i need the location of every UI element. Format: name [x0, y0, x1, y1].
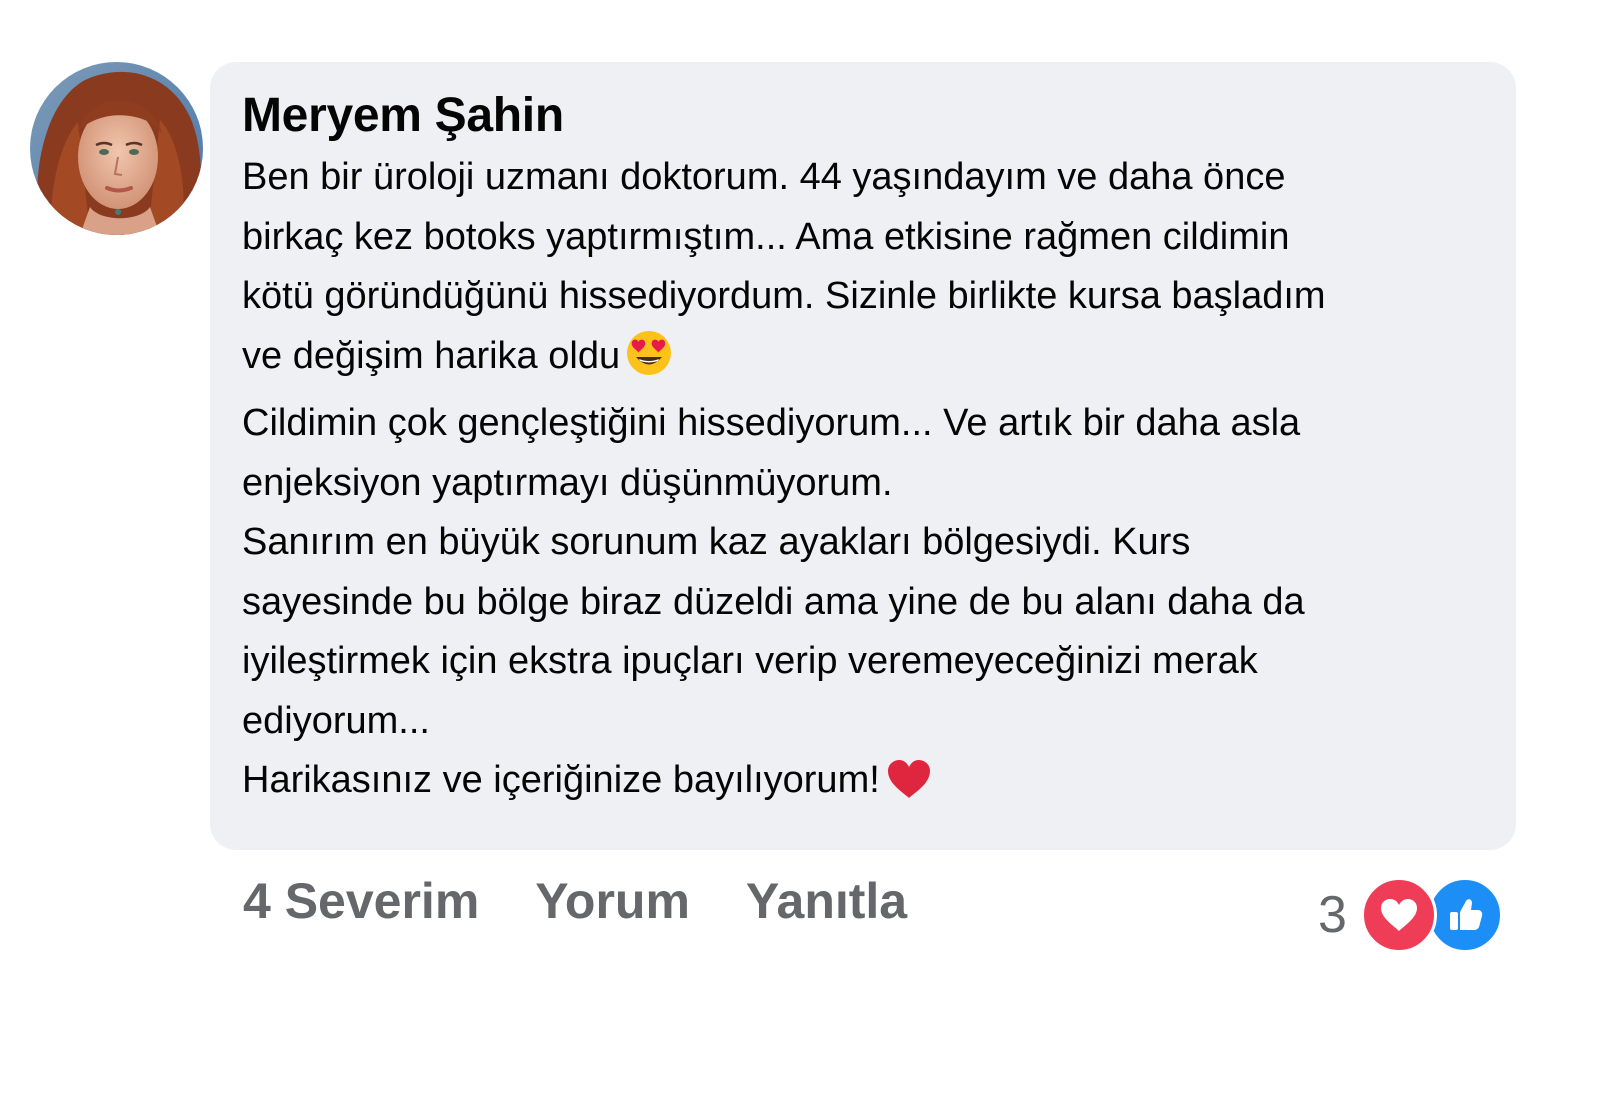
comment-line: Cildimin çok gençleştiğini hissediyorum.… — [242, 402, 1301, 444]
love-reaction-icon — [1360, 877, 1437, 953]
comment-line: kötü göründüğünü hissediyordum. Sizinle … — [242, 275, 1326, 317]
comment-text: Ben bir üroloji uzmanı doktorum. 44 yaşı… — [242, 148, 1476, 819]
reaction-summary[interactable]: 3 — [1314, 873, 1516, 957]
comment-author[interactable]: Meryem Şahin — [242, 86, 1476, 146]
comment-line-with-emoji: ve değişim harika oldu — [242, 327, 1476, 395]
red-heart-emoji-icon — [886, 758, 932, 819]
comment-line: iyileştirmek için ekstra ipuçları verip … — [242, 640, 1258, 682]
reaction-count: 3 — [1318, 886, 1347, 944]
comment-line: enjeksiyon yaptırmayı düşünmüyorum. — [242, 461, 893, 504]
like-reaction-icon — [1426, 877, 1503, 953]
comment-bubble: Meryem Şahin Ben bir üroloji uzmanı dokt… — [210, 62, 1516, 850]
comment-line: ediyorum... — [242, 699, 430, 742]
avatar-photo — [30, 62, 203, 235]
comment-line: sayesinde bu bölge biraz düzeldi ama yin… — [242, 580, 1305, 623]
comment-line-text: Harikasınız ve içeriğinize bayılıyorum! — [242, 759, 880, 801]
comment-actions: 4 Severim Yorum Yanıtla — [243, 868, 907, 934]
comment-action-button[interactable]: Yorum — [535, 868, 690, 934]
reply-action-button[interactable]: Yanıtla — [746, 868, 907, 934]
avatar[interactable] — [30, 62, 203, 235]
comment-line-with-emoji: Harikasınız ve içeriğinize bayılıyorum! — [242, 751, 1476, 819]
like-action-button[interactable]: 4 Severim — [243, 868, 479, 934]
comment-line: birkaç kez botoks yaptırmıştım... Ama et… — [242, 215, 1290, 258]
comment-line: Ben bir üroloji uzmanı doktorum. 44 yaşı… — [242, 156, 1286, 198]
comment-line-text: ve değişim harika oldu — [242, 334, 621, 377]
heart-eyes-emoji-icon — [626, 330, 672, 395]
comment-line: Sanırım en büyük sorunum kaz ayakları bö… — [242, 521, 1191, 563]
